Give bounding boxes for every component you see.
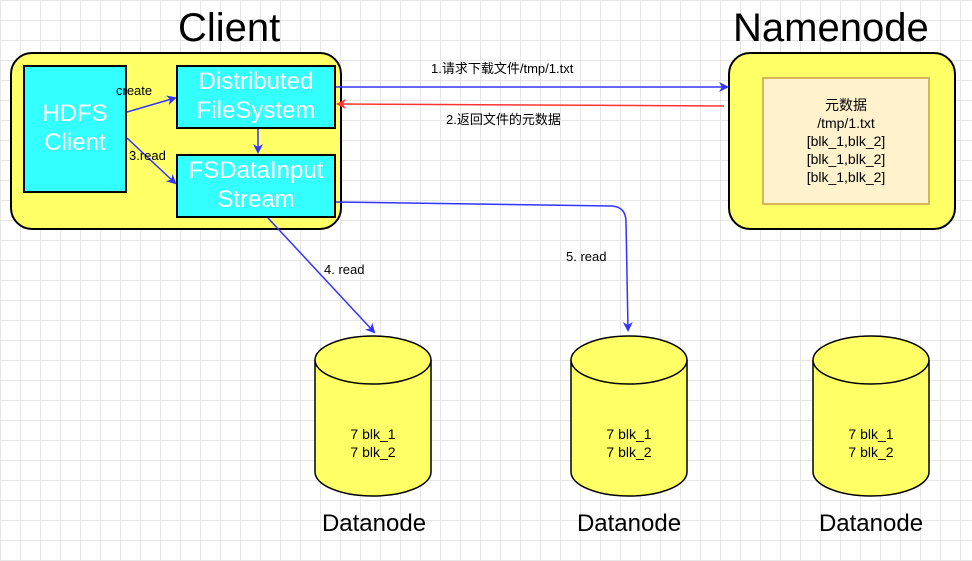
datanode-1-blocks: 7 blk_1 7 blk_2: [313, 425, 433, 461]
read5-arrow: [335, 201, 633, 332]
return-label: 2.返回文件的元数据: [446, 112, 561, 127]
block-entry: 7 blk_1: [350, 426, 396, 442]
read4-label: 4. read: [324, 262, 365, 277]
block-entry: 7 blk_2: [350, 444, 396, 460]
datanode-cylinder-2: [570, 335, 688, 497]
return-arrow: [336, 99, 725, 110]
datanode-cylinder-3: [812, 335, 930, 497]
create-label: create: [116, 83, 153, 98]
block-entry: 7 blk_2: [848, 444, 894, 460]
datanode-2-blocks: 7 blk_1 7 blk_2: [569, 425, 689, 461]
create-arrow: [126, 95, 177, 113]
datanode-2-label: Datanode: [576, 510, 682, 537]
read5-label: 5. read: [566, 249, 607, 264]
datanode-1-label: Datanode: [321, 510, 427, 537]
block-entry: 7 blk_1: [606, 426, 652, 442]
datanode-3-label: Datanode: [818, 510, 924, 537]
read3-label: 3.read: [129, 148, 166, 163]
block-entry: 7 blk_1: [848, 426, 894, 442]
datanode-3-blocks: 7 blk_1 7 blk_2: [811, 425, 931, 461]
datanode-cylinder-1: [314, 335, 432, 497]
block-entry: 7 blk_2: [606, 444, 652, 460]
request-label: 1.请求下载文件/tmp/1.txt: [431, 61, 574, 76]
